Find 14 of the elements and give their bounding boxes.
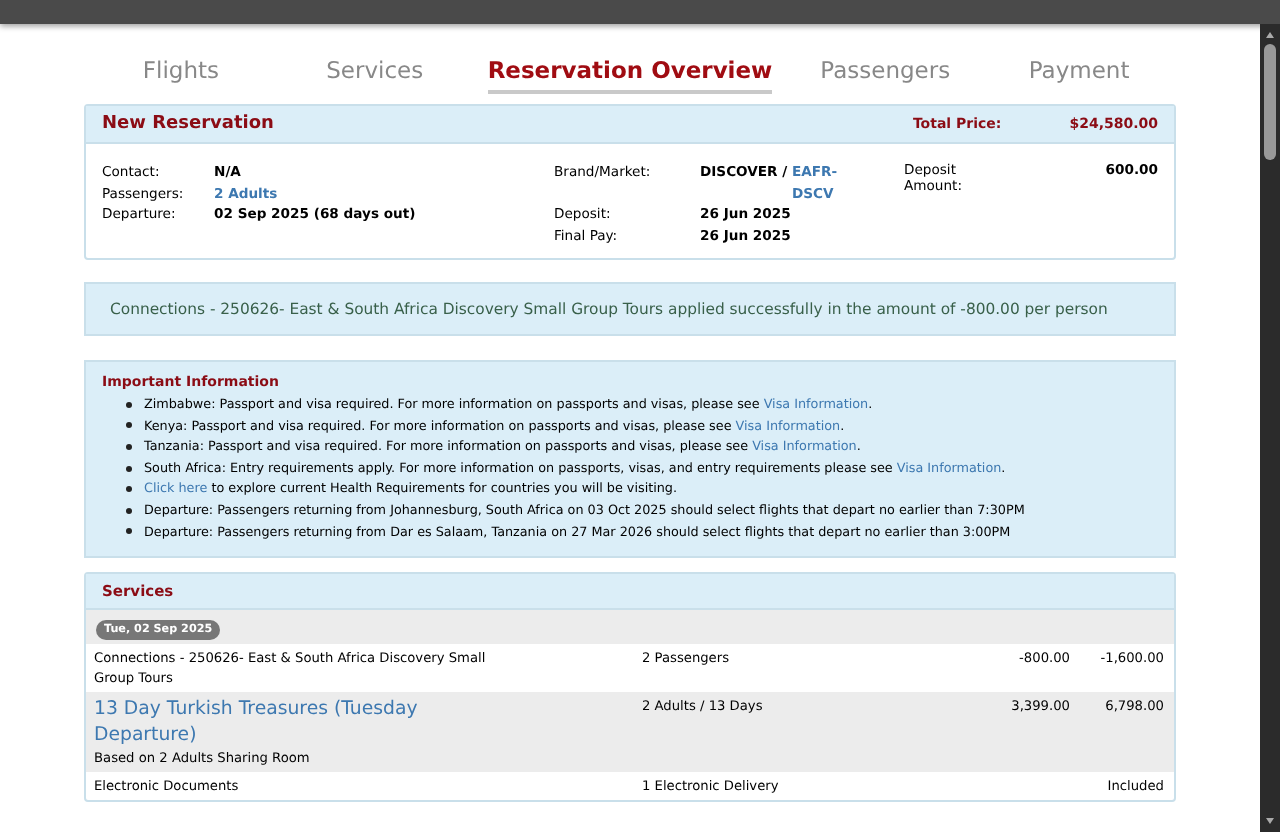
card-title: New Reservation	[102, 114, 274, 134]
bullet-icon	[126, 486, 132, 493]
step-tab[interactable]: Flights	[100, 52, 262, 94]
bullet-icon	[126, 443, 132, 450]
step-tab[interactable]: Services	[293, 52, 456, 94]
bullet-icon	[126, 422, 132, 429]
step-tab[interactable]: Reservation Overview	[487, 52, 773, 94]
bullet-icon	[126, 507, 132, 514]
step-tab[interactable]: Payment	[998, 52, 1160, 94]
tour-link[interactable]: 13 Day Turkish Treasures (Tuesday Departure)	[94, 696, 514, 749]
bullet-icon	[126, 465, 132, 472]
bullet-icon	[126, 528, 132, 535]
bullet-icon	[126, 401, 132, 408]
step-tab[interactable]: Passengers	[804, 52, 967, 94]
